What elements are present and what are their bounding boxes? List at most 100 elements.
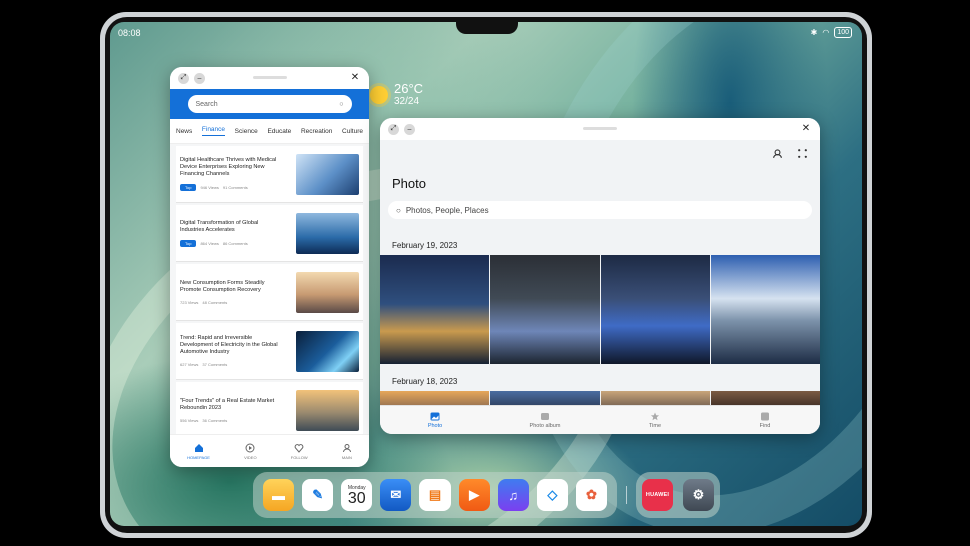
photo-grid [380, 255, 820, 364]
news-title: New Consumption Forms Steadily Promote C… [180, 279, 265, 293]
nav-label: Photo album [529, 422, 561, 429]
news-views: 864 Views [200, 240, 219, 246]
wifi-icon: ◠ [822, 28, 830, 37]
photo-thumbnail[interactable] [710, 255, 820, 364]
music-app-icon[interactable]: ♫ [497, 479, 529, 511]
close-icon[interactable]: ✕ [800, 123, 812, 135]
photo-toolbar [772, 148, 808, 159]
nav-main[interactable]: MAIN [342, 443, 352, 460]
nav-time[interactable]: Time [605, 411, 705, 429]
minimize-icon[interactable]: – [404, 123, 415, 135]
calendar-date: 30 [347, 490, 366, 507]
search-placeholder: Photos, People, Places [405, 205, 489, 215]
close-icon[interactable]: ✕ [349, 72, 361, 84]
search-input[interactable]: ○ Photos, People, Places [388, 201, 812, 219]
news-thumbnail [296, 153, 359, 195]
tab-recreation[interactable]: Recreation [301, 128, 332, 135]
date-header: February 19, 2023 [392, 241, 458, 250]
news-comments: 91 Comments [222, 185, 248, 190]
news-item[interactable]: Digital Transformation of Global Industr… [176, 205, 363, 262]
window-title-bar[interactable]: ⤢ – ✕ [380, 118, 820, 140]
nav-photo-album[interactable]: Photo album [495, 412, 595, 429]
window-title-bar[interactable]: ⤢ – ✕ [170, 67, 369, 89]
search-icon: ○ [396, 205, 401, 215]
nav-label: HOMEPAGE [187, 454, 210, 460]
news-title: Digital Transformation of Global Industr… [180, 219, 259, 233]
news-item[interactable]: "Four Trends" of a Real Estate Market Re… [176, 382, 363, 439]
weather-temperature: 26°C [394, 81, 424, 96]
weather-range: 32/24 [394, 96, 420, 107]
news-title: "Four Trends" of a Real Estate Market Re… [180, 397, 275, 411]
nav-label: Photo [427, 422, 443, 429]
nav-video[interactable]: VIDEO [244, 443, 257, 460]
huawei-label: HUAWEI [645, 492, 670, 498]
nav-find[interactable]: Find [715, 412, 815, 429]
notes-app-icon[interactable]: ▬ [263, 479, 295, 511]
nav-homepage[interactable]: HOMEPAGE [187, 443, 210, 460]
news-item[interactable]: Trend: Rapid and Irreversible Developmen… [176, 323, 363, 380]
search-icon: ○ [339, 100, 344, 108]
expand-icon[interactable]: ⤢ [388, 123, 399, 135]
tab-educate[interactable]: Educate [267, 128, 291, 135]
settings-app-icon[interactable]: ⚙ [683, 479, 714, 511]
docs-app-icon[interactable]: ▤ [419, 479, 451, 511]
photo-thumbnail[interactable] [490, 255, 600, 364]
window-drag-handle[interactable] [252, 76, 287, 79]
nav-photo[interactable]: Photo [385, 412, 485, 429]
mail-app-icon[interactable]: ✉ [380, 479, 412, 511]
more-icon[interactable] [797, 148, 808, 159]
nav-label: MAIN [341, 454, 352, 460]
minimize-icon[interactable]: – [194, 72, 205, 84]
news-comments: 36 Comments [202, 417, 228, 423]
tab-news[interactable]: News [176, 128, 192, 135]
photo-app-window[interactable]: ⤢ – ✕ Photo ○ Photos, People, Places Feb… [380, 118, 820, 434]
dock-recent: HUAWEI ⚙ [636, 472, 720, 518]
nav-label: VIDEO [244, 454, 257, 460]
window-drag-handle[interactable] [583, 127, 617, 130]
news-list: Digital Healthcare Thrives with Medical … [170, 144, 369, 452]
video-app-icon[interactable]: ▶ [458, 479, 490, 511]
photo-thumbnail[interactable] [600, 255, 710, 364]
nav-follow[interactable]: FOLLOW [291, 443, 308, 460]
star-icon [650, 411, 660, 420]
tab-finance[interactable]: Finance [201, 126, 226, 136]
tab-culture[interactable]: Culture [342, 128, 363, 135]
news-views: 723 Views [180, 299, 199, 305]
find-icon [761, 412, 769, 420]
news-item[interactable]: New Consumption Forms Steadily Promote C… [176, 264, 363, 321]
nav-label: Time [648, 422, 662, 429]
news-item[interactable]: Digital Healthcare Thrives with Medical … [176, 146, 363, 203]
expand-icon[interactable]: ⤢ [178, 72, 189, 84]
page-title: Photo [392, 176, 426, 191]
news-tabs: News Finance Science Educate Recreation … [170, 119, 369, 144]
notepad-app-icon[interactable]: ✎ [302, 479, 334, 511]
gallery-app-icon[interactable]: ✿ [575, 479, 607, 511]
calendar-app-icon[interactable]: Monday 30 [341, 479, 373, 511]
search-input[interactable]: Search ○ [187, 95, 352, 113]
news-views: 946 Views [200, 185, 219, 190]
news-thumbnail [296, 389, 359, 431]
news-comments: 86 Comments [222, 240, 248, 246]
news-views: 556 Views [180, 417, 199, 423]
photo-thumbnail[interactable] [380, 255, 490, 364]
person-icon [342, 443, 351, 452]
news-tag: Top [180, 239, 197, 247]
battery-icon: 100 [834, 27, 852, 38]
play-icon [245, 443, 255, 452]
appgallery-app-icon[interactable]: HUAWEI [642, 479, 673, 511]
image-icon [430, 412, 440, 420]
news-app-window[interactable]: ⤢ – ✕ Search ○ News Finance Science Educ… [170, 67, 369, 467]
date-header: February 18, 2023 [392, 377, 458, 386]
dock: ▬ ✎ Monday 30 ✉ ▤ ▶ ♫ ◇ ✿ [253, 472, 617, 518]
weather-widget[interactable]: 26°C 32/24 [370, 82, 423, 107]
browser-app-icon[interactable]: ◇ [536, 479, 568, 511]
bluetooth-icon: ✱ [810, 28, 818, 37]
news-thumbnail [296, 271, 359, 313]
account-icon[interactable] [772, 148, 783, 159]
news-bottom-nav: HOMEPAGE VIDEO FOLLOW MAIN [170, 434, 369, 467]
tab-science[interactable]: Science [235, 128, 258, 135]
search-placeholder: Search [195, 100, 218, 108]
album-icon [541, 412, 549, 420]
nav-label: FOLLOW [290, 454, 308, 460]
news-title: Trend: Rapid and Irreversible Developmen… [180, 335, 278, 355]
